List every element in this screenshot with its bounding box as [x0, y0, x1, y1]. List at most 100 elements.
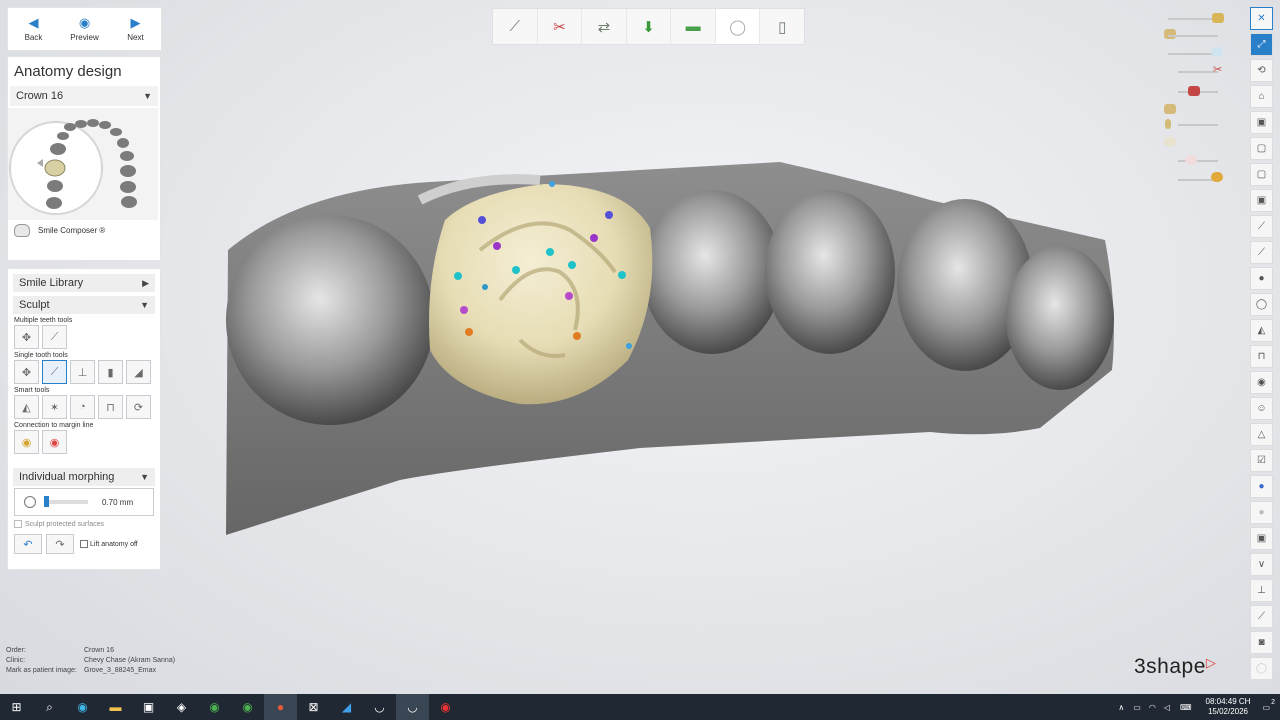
slider-knob[interactable] [1211, 172, 1223, 182]
smooth-tool-button[interactable]: ◢ [126, 360, 151, 384]
tool-1-button[interactable]: ⟋ [1250, 215, 1273, 238]
step-prepare-button[interactable]: ⟋ [493, 9, 538, 44]
preview-button[interactable]: ◉ Preview [59, 8, 110, 50]
tool-2-button[interactable]: ⟋ [1250, 241, 1273, 264]
visibility-slider-7[interactable] [1178, 160, 1218, 162]
close-button[interactable]: ✕ [1250, 7, 1273, 30]
slider-knob[interactable] [1212, 13, 1224, 23]
tool-14-button[interactable]: ∨ [1250, 553, 1273, 576]
capcut-button[interactable]: ⊠ [297, 694, 330, 720]
tool-16-button[interactable]: ⟋ [1250, 605, 1273, 628]
smart-tool-3-button[interactable]: ◔ [70, 395, 95, 419]
multi-tooth-sculpt-button[interactable]: ⟋ [42, 325, 67, 349]
undo-button[interactable]: ↶ [14, 534, 42, 554]
visibility-slider-6[interactable] [1178, 124, 1218, 126]
smile-library-row[interactable]: Smile Library ▶ [13, 274, 155, 292]
app-3-button[interactable]: ◢ [330, 694, 363, 720]
chrome-1-button[interactable]: ◉ [198, 694, 231, 720]
slider-knob[interactable] [1185, 155, 1197, 165]
margin-off-icon: ◉ [49, 436, 60, 449]
tutorial-button[interactable]: ⌂ [1250, 85, 1273, 108]
tool-12-button[interactable]: ● [1250, 501, 1273, 524]
view-side-button[interactable]: ▢ [1250, 137, 1273, 160]
slider-knob[interactable] [1188, 86, 1200, 96]
file-explorer-button[interactable]: ▬ [99, 694, 132, 720]
fullscreen-button[interactable]: ⤢ [1250, 33, 1273, 56]
sculpt-protected-checkbox[interactable] [14, 520, 22, 528]
individual-morphing-row[interactable]: Individual morphing ▼ [13, 468, 155, 486]
smile-composer-row[interactable]: Smile Composer ® [8, 220, 160, 241]
tooth-chart[interactable] [8, 108, 158, 220]
tool-11-button[interactable]: ● [1250, 475, 1273, 498]
multi-tooth-move-button[interactable]: ✥ [14, 325, 39, 349]
margin-connect-button[interactable]: ◉ [14, 430, 39, 454]
step-margin-button[interactable]: ✂ [538, 9, 583, 44]
tool-10-button[interactable]: ☑ [1250, 449, 1273, 472]
sculpt-tool-button[interactable]: ⟋ [42, 360, 67, 384]
lift-anatomy-checkbox[interactable] [80, 540, 88, 548]
visibility-slider-4[interactable] [1178, 71, 1218, 73]
tool-18-button[interactable]: ◯ [1250, 657, 1273, 680]
view-bottom-button[interactable]: ▣ [1250, 189, 1273, 212]
slider-knob[interactable] [44, 496, 49, 507]
step-coping-button[interactable]: ▬ [671, 9, 716, 44]
chrome-2-button[interactable]: ◉ [231, 694, 264, 720]
view-front-button[interactable]: ▣ [1250, 111, 1273, 134]
tool-15-button[interactable]: ⊥ [1250, 579, 1273, 602]
keyboard-icon[interactable]: ⌨ [1180, 703, 1192, 712]
edge-button[interactable]: ◉ [66, 694, 99, 720]
tool-5-button[interactable]: ◭ [1250, 319, 1273, 342]
view-top-button[interactable]: ▢ [1250, 163, 1273, 186]
crown-select[interactable]: Crown 16 ▼ [10, 86, 158, 106]
sculpt-row[interactable]: Sculpt ▼ [13, 296, 155, 314]
tool-9-button[interactable]: △ [1250, 423, 1273, 446]
start-button[interactable]: ⊞ [0, 694, 33, 720]
morph-size-slider[interactable] [44, 496, 88, 507]
step-insertion-button[interactable]: ⇄ [582, 9, 627, 44]
slider-knob[interactable] [1211, 47, 1223, 57]
visibility-slider-2[interactable] [1168, 35, 1218, 37]
step-finish-button[interactable]: ▯ [760, 9, 804, 44]
notification-icon[interactable]: ▭ 2 [1262, 699, 1275, 712]
morph-tool-button[interactable]: ▮ [98, 360, 123, 384]
rotate-view-button[interactable]: ⟲ [1250, 59, 1273, 82]
sculpt-protected-row[interactable]: Sculpt protected surfaces [14, 520, 154, 528]
chevron-up-icon[interactable]: ∧ [1118, 703, 1124, 712]
app-2-button[interactable]: ● [264, 694, 297, 720]
margin-disconnect-button[interactable]: ◉ [42, 430, 67, 454]
clock[interactable]: 08:04:49 CH 15/02/2026 [1206, 697, 1251, 717]
wifi-icon[interactable]: ◠ [1149, 703, 1156, 712]
3d-viewport[interactable] [0, 0, 1280, 720]
tool-17-button[interactable]: ◙ [1250, 631, 1273, 654]
transform-tool-button[interactable]: ✥ [14, 360, 39, 384]
step-anatomy-button[interactable]: ◯ [715, 9, 761, 44]
app-4-button[interactable]: ◉ [429, 694, 462, 720]
tool-3-button[interactable]: ● [1250, 267, 1273, 290]
app-1-button[interactable]: ◈ [165, 694, 198, 720]
anatomy-panel: Anatomy design Crown 16 ▼ Smile Composer… [7, 56, 161, 261]
tool-8-button[interactable]: ☺ [1250, 397, 1273, 420]
next-button[interactable]: ▶ Next [110, 8, 161, 50]
tool-7-button[interactable]: ◉ [1250, 371, 1273, 394]
back-button[interactable]: ◀ Back [8, 8, 59, 50]
visibility-slider-1[interactable] [1168, 18, 1218, 20]
tool-4-button[interactable]: ◯ [1250, 293, 1273, 316]
scan-icon: ⟋ [509, 18, 521, 35]
wax-knife-button[interactable]: ⊥ [70, 360, 95, 384]
tool-6-button[interactable]: ⊓ [1250, 345, 1273, 368]
folder-icon: ▬ [109, 700, 122, 714]
redo-button[interactable]: ↷ [46, 534, 74, 554]
smart-tool-5-button[interactable]: ⟳ [126, 395, 151, 419]
network-icon[interactable]: ▭ [1133, 703, 1141, 712]
dental-app-1-button[interactable]: ◡ [363, 694, 396, 720]
tool-13-button[interactable]: ▣ [1250, 527, 1273, 550]
smart-tool-1-button[interactable]: ◭ [14, 395, 39, 419]
dental-app-2-button[interactable]: ◡ [396, 694, 429, 720]
store-button[interactable]: ▣ [132, 694, 165, 720]
volume-icon[interactable]: ◁ [1164, 703, 1170, 712]
smart-tool-4-button[interactable]: ⊓ [98, 395, 123, 419]
search-button[interactable]: ⌕ [33, 694, 66, 720]
smart-tool-2-button[interactable]: ✶ [42, 395, 67, 419]
step-die-button[interactable]: ⬇ [627, 9, 672, 44]
lift-anatomy-row[interactable]: Lift anatomy off [80, 540, 138, 548]
